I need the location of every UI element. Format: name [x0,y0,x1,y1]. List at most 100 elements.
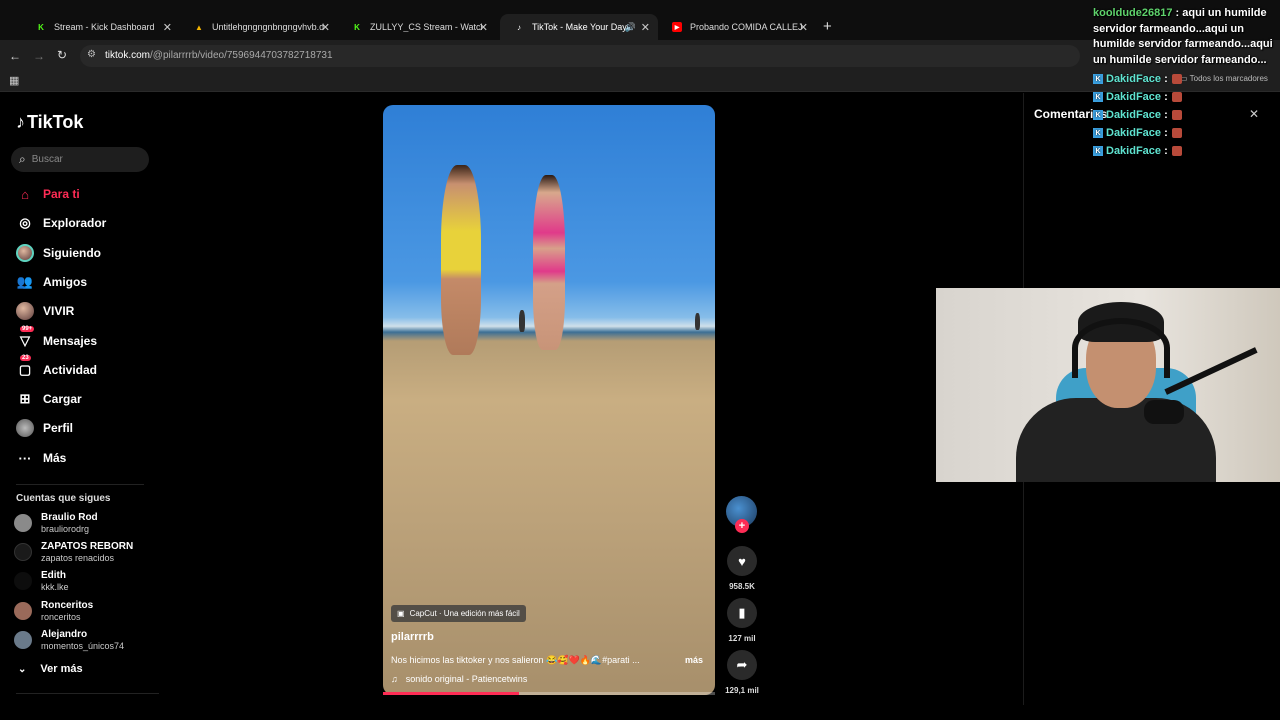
search-icon: ⌕ [19,152,26,166]
avatar [14,514,32,532]
chat-username: DakidFace [1106,109,1162,121]
site-info-icon[interactable]: ⚙ [87,49,96,60]
emote-icon [1171,92,1182,102]
nav-label: VIVIR [43,304,75,318]
followed-account[interactable]: Braulio Rod brauliorodrg [14,510,98,536]
forward-arrow-icon[interactable]: → [33,49,45,63]
webcam-overlay [936,288,1280,482]
webcam-mic [1144,400,1184,424]
close-tab-icon[interactable]: ✕ [799,21,808,34]
chat-username: DakidFace [1106,145,1162,157]
kick-badge-icon: K [1093,92,1103,102]
video-progress-bar[interactable] [383,692,715,695]
tab-title: ZULLYY_CS Stream - Watch Live [370,22,482,32]
music-note-icon: ♫ [391,674,398,684]
video-figure [441,165,481,355]
nav-item-siguiendo[interactable]: Siguiendo [16,243,101,263]
kick-badge-icon: K [1093,110,1103,120]
nav-item-actividad[interactable]: ▢ 23 Actividad [16,355,97,380]
all-bookmarks[interactable]: ▭ Todos los marcadores [1180,74,1268,83]
video-sound[interactable]: ♫ sonido original - Patiencetwins [391,674,527,684]
capcut-tag[interactable]: ▣ CapCut · Una edición más fácil [391,605,526,622]
followed-account[interactable]: Ronceritos ronceritos [14,598,93,624]
url-text[interactable]: tiktok.com/@pilarrrrb/video/759694470378… [105,50,333,61]
chat-separator: : [1164,127,1168,139]
notification-badge: 23 [20,355,31,361]
followed-account[interactable]: ZAPATOS REBORN zapatos renacidos [14,539,133,565]
youtube-icon: ▶ [672,22,682,32]
chat-line: K DakidFace : [1093,106,1182,124]
video-figure [519,310,525,332]
search-bar[interactable]: ⌕ [11,147,149,172]
following-section-title: Cuentas que sigues [16,493,111,504]
see-more-label: Ver más [40,663,83,675]
browser-tab[interactable]: K Stream - Kick Dashboard ✕ [22,14,180,40]
tiktok-icon: ♪ [517,22,521,32]
compass-icon: ◎ [19,215,31,230]
webcam-person [1016,398,1216,482]
sound-label: sonido original - Patiencetwins [405,674,528,684]
tab-title: Untitlehgngngnbngngvhvb.d.jp [212,22,324,32]
nav-item-mensajes[interactable]: ▽ 99+ Mensajes [16,326,97,351]
account-handle: momentos_únicos74 [41,640,125,651]
like-button[interactable]: ♥ [727,546,757,576]
search-input[interactable] [31,154,132,165]
video-author[interactable]: pilarrrrb [391,631,434,643]
share-count: 129,1 mil [725,686,759,695]
browser-tab[interactable]: ▲ Untitlehgngngnbngngvhvb.d.jp ✕ [180,14,338,40]
kick-icon: K [354,22,360,32]
chat-separator: : [1164,73,1168,85]
apps-grid-icon[interactable]: ▦ [9,74,19,87]
followed-account[interactable]: Edith kkk.lke [14,568,69,594]
emote-icon [1171,74,1182,84]
see-more-button[interactable]: ⌄ Ver más [18,663,83,675]
tiktok-logo[interactable]: ♪ TikTok [16,112,83,133]
nav-item-cargar[interactable]: ⊞ Cargar [16,389,82,409]
close-tab-icon[interactable]: ✕ [641,21,650,34]
avatar [14,543,32,561]
close-tab-icon[interactable]: ✕ [479,21,488,34]
chat-separator: : [1164,145,1168,157]
divider [16,693,159,694]
chat-username: DakidFace [1106,127,1162,139]
share-button[interactable]: ➦ [727,650,757,680]
browser-tab[interactable]: ▶ Probando COMIDA CALLEJERA ✕ [658,14,816,40]
followed-account[interactable]: Alejandro momentos_únicos74 [14,627,124,653]
home-icon: ⌂ [21,186,29,202]
nav-label: Amigos [43,275,88,289]
nav-item-para-ti[interactable]: ⌂ Para ti [16,184,80,204]
close-icon[interactable]: ✕ [1249,107,1259,121]
chat-line: K DakidFace : [1093,70,1182,88]
follow-plus-icon[interactable]: + [735,519,749,533]
account-handle: ronceritos [41,611,81,622]
reload-icon[interactable]: ↻ [57,48,67,62]
chevron-down-icon: ⌄ [18,663,27,675]
close-tab-icon[interactable]: ✕ [321,21,330,34]
upload-icon: ⊞ [19,391,31,406]
emote-icon [1171,146,1182,156]
browser-tab-active[interactable]: ♪ TikTok - Make Your Day 🔊 ✕ [500,14,658,40]
chat-line: K DakidFace : [1093,124,1182,142]
messages-icon: ▽ 99+ [20,326,35,348]
save-button[interactable]: ▮ [727,598,757,628]
nav-label: Perfil [43,421,74,435]
browser-tab[interactable]: K ZULLYY_CS Stream - Watch Live ✕ [338,14,496,40]
bookmarks-bar [0,70,1280,92]
video-figure [533,175,565,350]
tab-title: Stream - Kick Dashboard [54,22,155,32]
speaker-icon[interactable]: 🔊 [625,22,636,33]
avatar [14,602,32,620]
back-arrow-icon[interactable]: ← [9,49,21,63]
more-description-button[interactable]: más [685,655,703,665]
new-tab-icon[interactable]: + [823,18,832,35]
video-progress-fill [383,692,520,695]
nav-item-perfil[interactable]: Perfil [16,418,73,438]
nav-item-amigos[interactable]: 👥 Amigos [16,272,87,292]
nav-item-explorador[interactable]: ◎ Explorador [16,213,106,233]
nav-item-vivir[interactable]: VIVIR [16,301,74,321]
nav-item-mas[interactable]: ··· Más [16,448,67,468]
close-tab-icon[interactable]: ✕ [163,21,172,34]
avatar [14,631,32,649]
like-count: 958.5K [729,582,755,591]
avatar [14,572,32,590]
